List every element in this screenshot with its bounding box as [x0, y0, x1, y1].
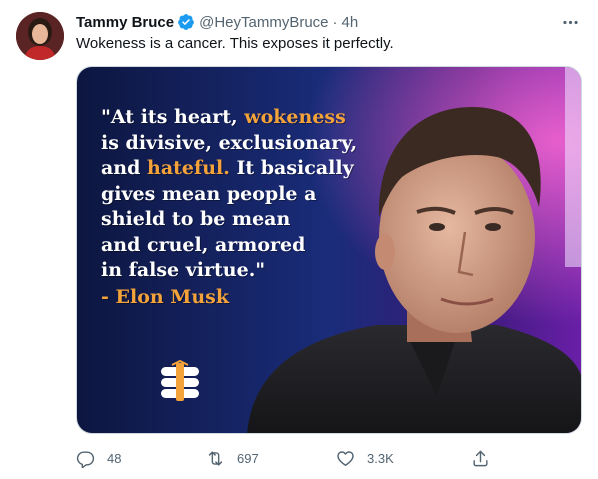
- babylon-bee-logo: [161, 359, 199, 401]
- separator: ·: [332, 13, 338, 31]
- verified-badge-icon: [177, 13, 195, 31]
- more-horizontal-icon[interactable]: [558, 12, 582, 32]
- quote-line-7: in false virtue.": [101, 259, 266, 281]
- quote-highlight-hateful: hateful.: [147, 157, 230, 179]
- share-icon: [473, 450, 488, 466]
- quote-line-5: shield to be mean: [101, 208, 291, 230]
- reply-button[interactable]: 48: [76, 449, 206, 468]
- reply-icon: [76, 450, 95, 468]
- quote-line-4: gives mean people a: [101, 182, 317, 205]
- display-name[interactable]: Tammy Bruce: [76, 14, 174, 31]
- quote-line-1: "At its heart, wokeness: [101, 106, 346, 128]
- share-button[interactable]: [471, 449, 502, 468]
- handle[interactable]: @HeyTammyBruce: [199, 14, 328, 31]
- quote-line-6: and cruel, armored: [101, 233, 306, 256]
- avatar[interactable]: [16, 12, 64, 60]
- retweet-icon: [208, 450, 223, 466]
- retweet-button[interactable]: 697: [206, 449, 336, 468]
- tweet-actions: 48 697 3.3K: [76, 446, 582, 470]
- tweet-media[interactable]: "At its heart, wokeness is divisive, exc…: [76, 66, 582, 434]
- timestamp[interactable]: 4h: [342, 14, 359, 31]
- quote-attribution: - Elon Musk: [101, 285, 230, 308]
- quote-highlight-wokeness: wokeness: [244, 106, 346, 128]
- like-count: 3.3K: [367, 450, 394, 466]
- quote-line-2: is divisive, exclusionary,: [101, 131, 358, 154]
- tweet-text: Wokeness is a cancer. This exposes it pe…: [76, 35, 394, 52]
- quote-text: "At its heart, wokeness is divisive, exc…: [101, 105, 391, 310]
- tweet-header: Tammy Bruce @HeyTammyBruce · 4h: [76, 12, 358, 32]
- tweet[interactable]: Tammy Bruce @HeyTammyBruce · 4h Wokeness…: [0, 0, 598, 479]
- retweet-count: 697: [237, 450, 259, 466]
- heart-icon: [337, 450, 354, 466]
- like-button[interactable]: 3.3K: [336, 449, 466, 468]
- quote-line-3: and hateful. It basically: [101, 157, 354, 179]
- reply-count: 48: [107, 450, 122, 466]
